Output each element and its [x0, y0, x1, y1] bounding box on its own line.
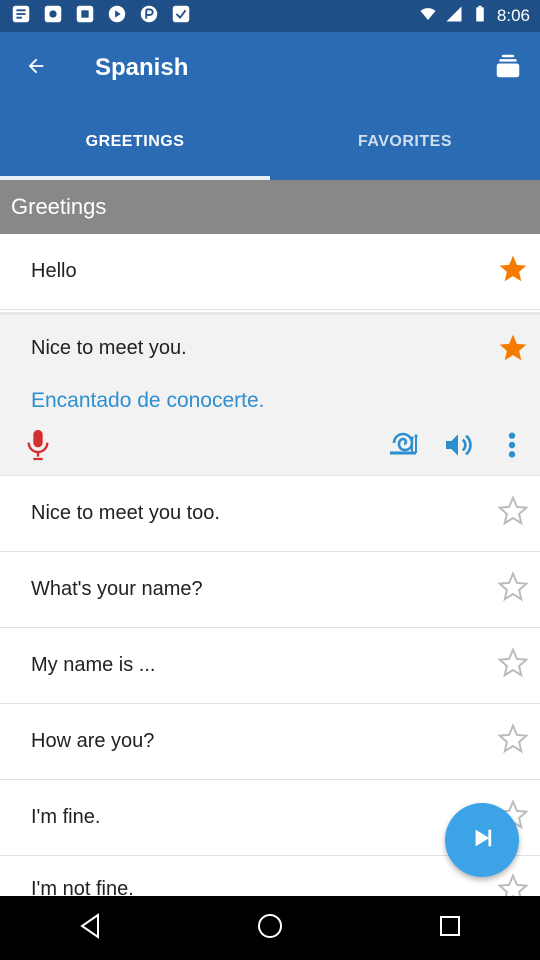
nav-recents-button[interactable]: [430, 908, 470, 948]
nav-home-button[interactable]: [250, 908, 290, 948]
system-nav-bar: [0, 896, 540, 960]
volume-icon: [440, 434, 476, 465]
favorite-star-button[interactable]: [496, 333, 530, 367]
phrase-text: What's your name?: [31, 578, 203, 600]
notification-icon: [42, 3, 64, 30]
cards-icon: [493, 51, 523, 86]
phrase-text: How are you?: [31, 730, 155, 752]
square-recents-icon: [438, 914, 462, 943]
notification-icon: [10, 3, 32, 30]
nav-back-button[interactable]: [70, 908, 110, 948]
star-filled-icon: [497, 332, 529, 369]
list-item[interactable]: Nice to meet you too.: [0, 476, 540, 552]
phrase-text: Hello: [31, 260, 77, 282]
star-outline-icon: [497, 495, 529, 532]
status-time: 8:06: [496, 6, 530, 25]
play-icon: [471, 827, 493, 854]
section-header: Greetings: [0, 180, 540, 234]
notification-icon: [74, 3, 96, 30]
star-outline-icon: [497, 723, 529, 760]
favorite-star-button[interactable]: [496, 723, 530, 760]
circle-home-icon: [256, 912, 284, 945]
list-item-expanded[interactable]: Nice to meet you. Encantado de conocerte…: [0, 312, 540, 476]
favorite-star-button[interactable]: [496, 495, 530, 532]
arrow-left-icon: [25, 55, 47, 82]
cards-button[interactable]: [490, 50, 526, 86]
notification-icon: [170, 3, 192, 30]
tab-favorites[interactable]: FAVORITES: [270, 104, 540, 180]
app-title: Spanish: [95, 54, 189, 81]
wifi-icon: [419, 5, 437, 28]
list-item[interactable]: Hello: [0, 234, 540, 310]
phrase-text: Nice to meet you.: [31, 337, 187, 359]
phrase-text: Nice to meet you too.: [31, 502, 220, 524]
favorite-star-button[interactable]: [496, 647, 530, 684]
list-item[interactable]: What's your name?: [0, 552, 540, 628]
tab-greetings[interactable]: GREETINGS: [0, 104, 270, 180]
translation-text: Encantado de conocerte.: [31, 389, 265, 412]
more-options-button[interactable]: [504, 429, 520, 461]
slow-playback-button[interactable]: [388, 429, 420, 461]
phrase-text: My name is ...: [31, 654, 156, 676]
signal-icon: [445, 5, 463, 28]
notification-icon: [106, 3, 128, 30]
play-audio-button[interactable]: [440, 429, 476, 461]
section-title: Greetings: [11, 194, 107, 219]
favorite-star-button[interactable]: [496, 255, 530, 289]
notification-icon: [138, 3, 160, 30]
phrase-actions: [0, 427, 540, 471]
back-button[interactable]: [18, 50, 54, 86]
more-vertical-icon: [504, 432, 520, 465]
app-bar: Spanish: [0, 32, 540, 104]
microphone-icon: [24, 429, 52, 467]
snail-icon: [388, 432, 420, 465]
tab-label: FAVORITES: [358, 133, 452, 150]
star-outline-icon: [497, 647, 529, 684]
battery-icon: [471, 5, 489, 28]
star-filled-icon: [497, 253, 529, 290]
tab-label: GREETINGS: [85, 133, 185, 150]
list-item[interactable]: How are you?: [0, 704, 540, 780]
tab-bar: GREETINGS FAVORITES: [0, 104, 540, 180]
favorite-star-button[interactable]: [496, 571, 530, 608]
play-all-button[interactable]: [445, 803, 519, 877]
list-item[interactable]: My name is ...: [0, 628, 540, 704]
phrase-text: I'm fine.: [31, 806, 101, 828]
triangle-back-icon: [78, 912, 102, 944]
record-button[interactable]: [24, 427, 52, 463]
status-bar: 8:06: [0, 0, 540, 32]
star-outline-icon: [497, 571, 529, 608]
